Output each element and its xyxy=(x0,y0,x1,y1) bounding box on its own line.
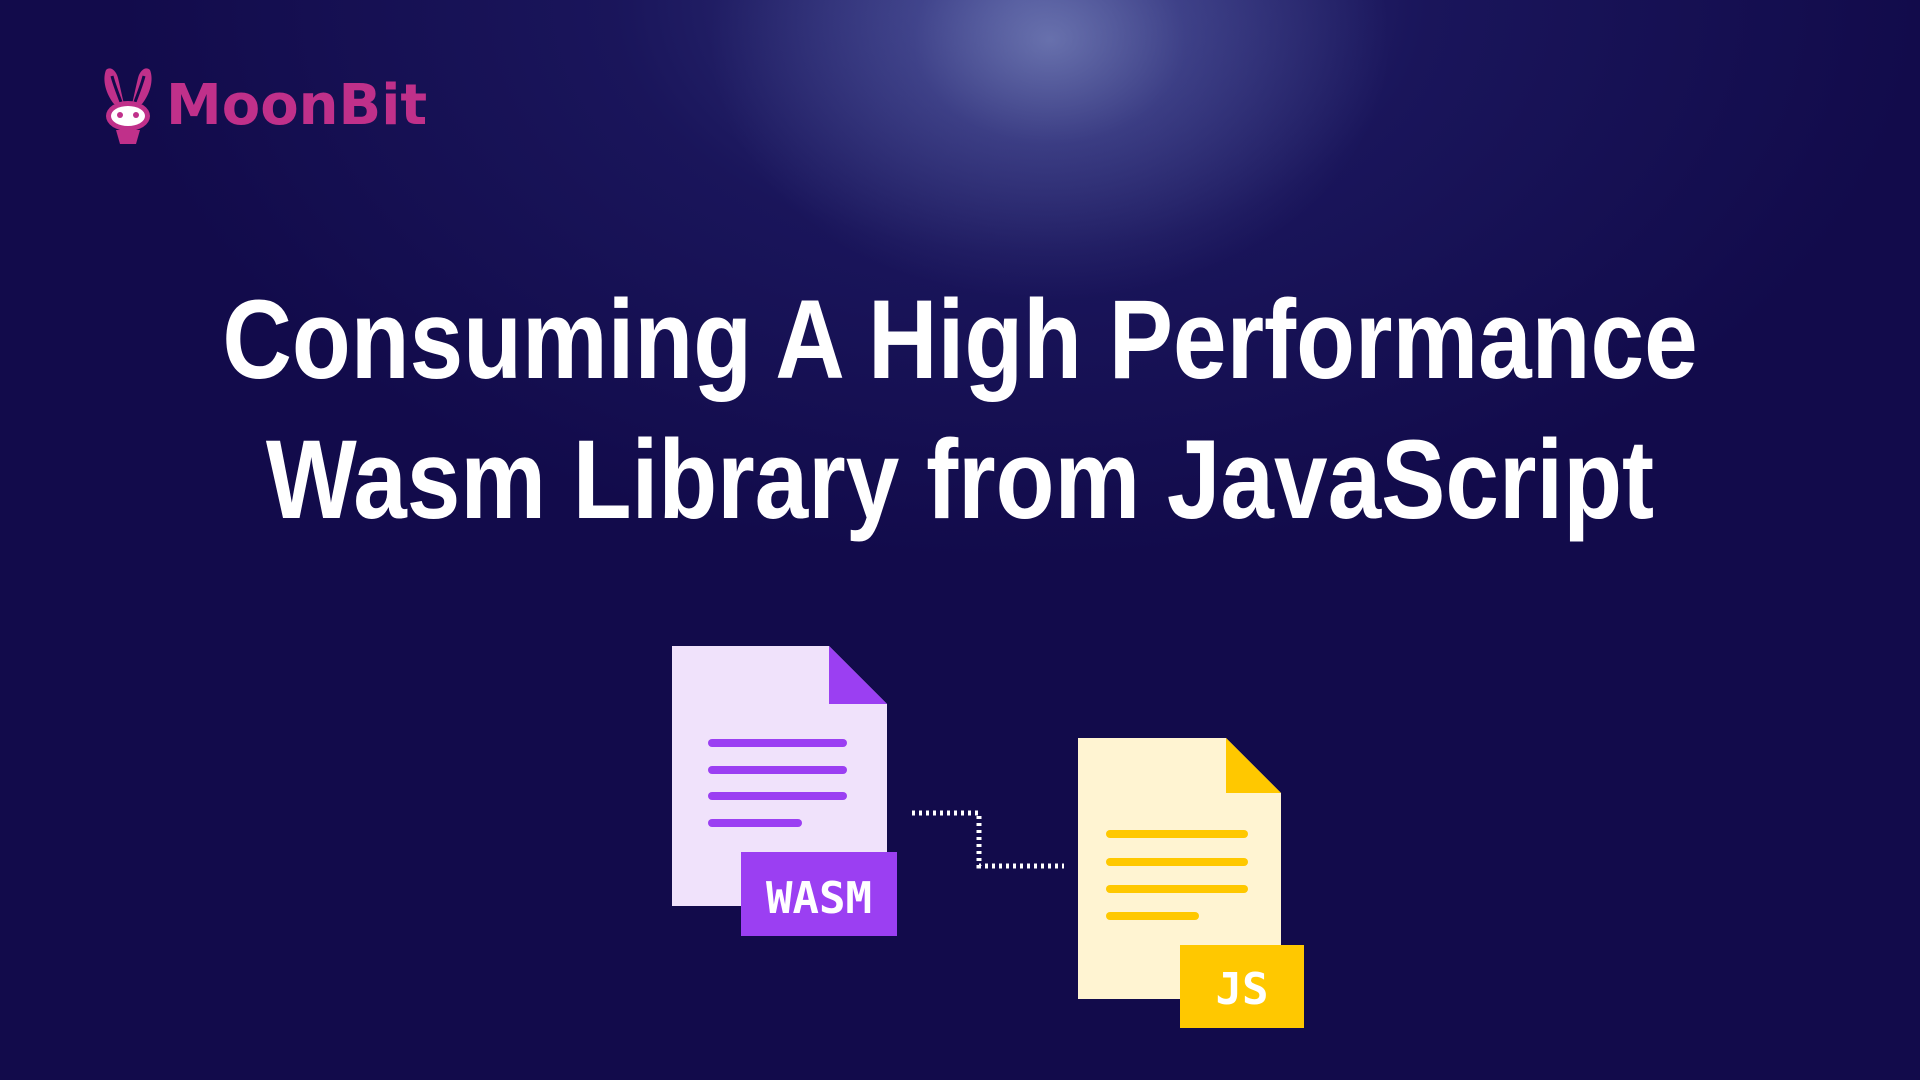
js-file: JS xyxy=(1078,738,1304,1028)
wasm-badge: WASM xyxy=(741,852,897,936)
wasm-badge-label: WASM xyxy=(766,873,872,924)
dotted-connector xyxy=(912,810,1064,869)
js-badge-label: JS xyxy=(1216,964,1269,1015)
wasm-file: WASM xyxy=(672,646,897,936)
js-badge: JS xyxy=(1180,945,1304,1028)
file-illustration: WASM JS xyxy=(672,646,1304,1028)
